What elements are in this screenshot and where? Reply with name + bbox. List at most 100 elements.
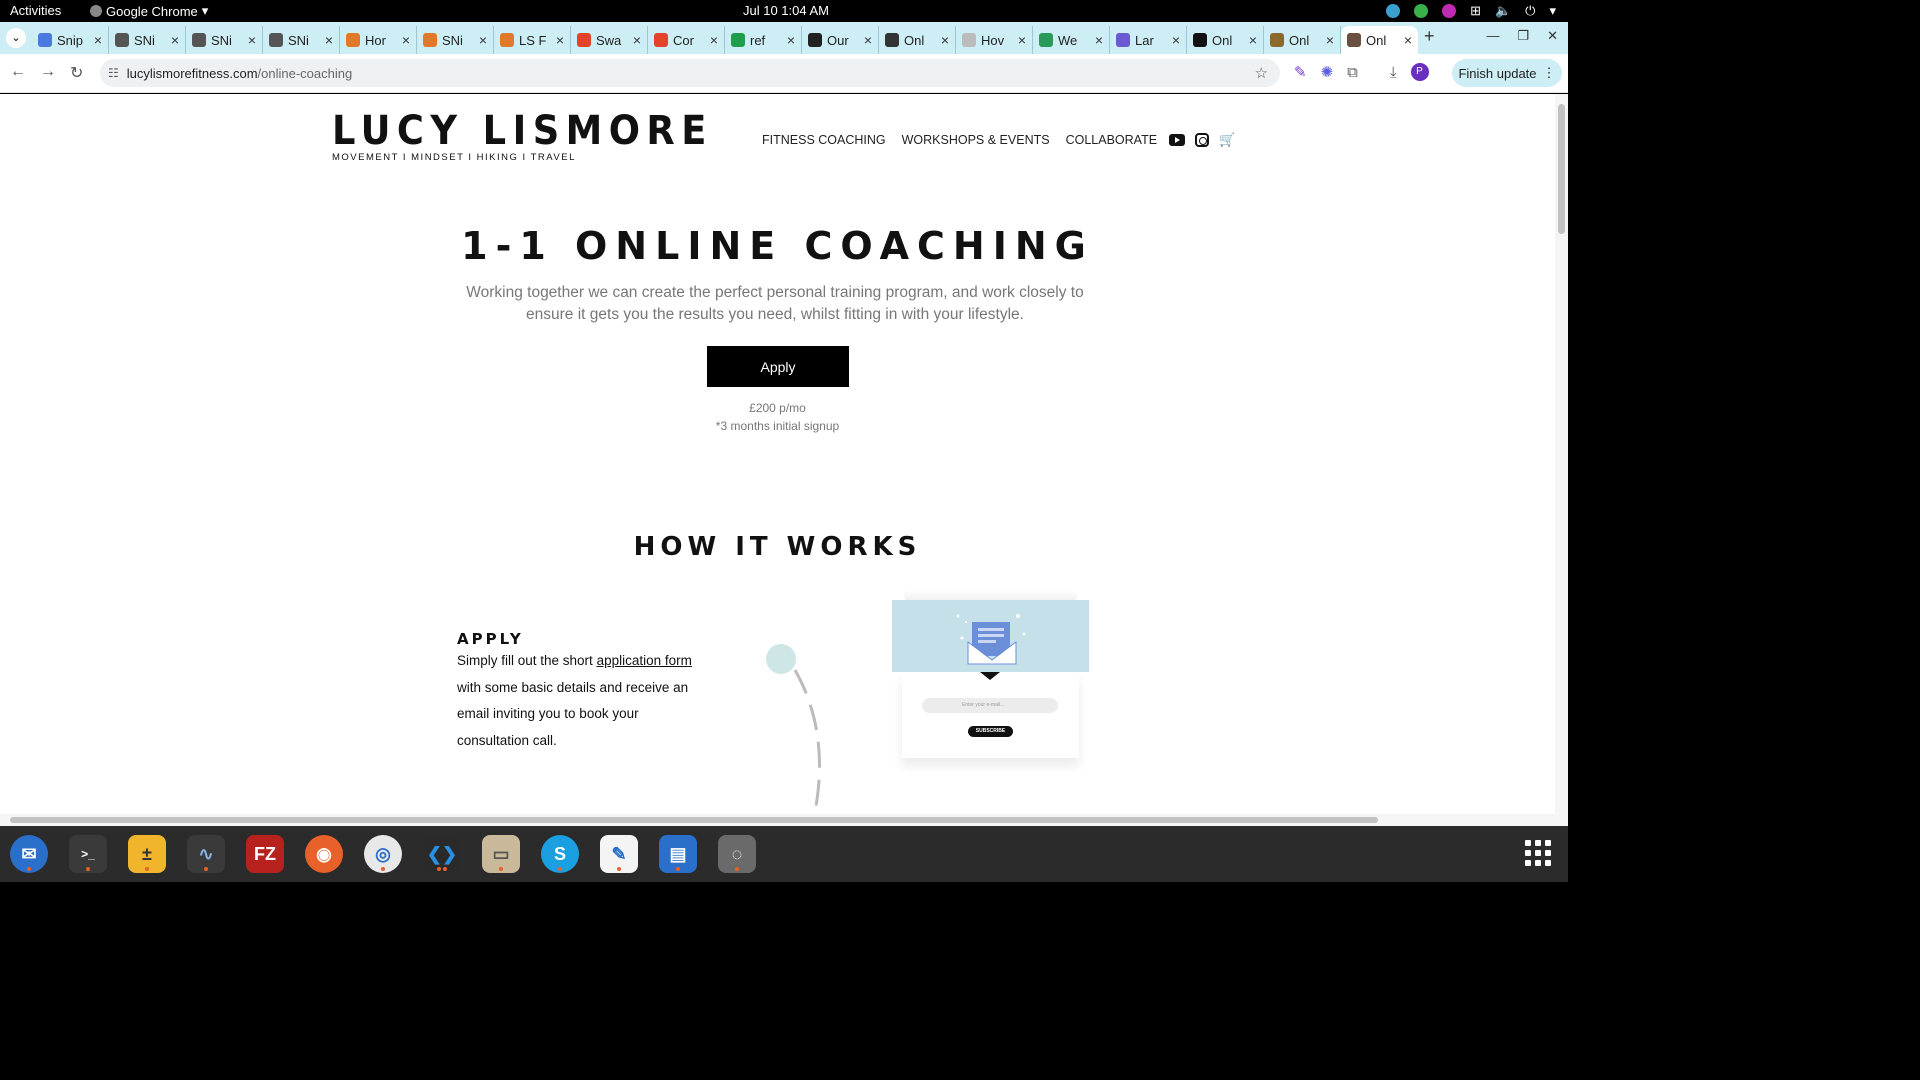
browser-tab[interactable]: LS F × bbox=[494, 26, 571, 54]
browser-tab[interactable]: Snip × bbox=[32, 26, 109, 54]
browser-tab[interactable]: Onl × bbox=[1187, 26, 1264, 54]
logo-name: LUCY LISMORE bbox=[332, 108, 713, 154]
browser-tab[interactable]: SNi × bbox=[109, 26, 186, 54]
tab-close-icon[interactable]: × bbox=[479, 32, 487, 48]
tab-close-icon[interactable]: × bbox=[941, 32, 949, 48]
browser-tab[interactable]: We × bbox=[1033, 26, 1110, 54]
horizontal-scrollbar[interactable] bbox=[0, 814, 1568, 826]
apply-button[interactable]: Apply bbox=[707, 346, 849, 387]
tab-close-icon[interactable]: × bbox=[402, 32, 410, 48]
tab-title: SNi bbox=[134, 32, 155, 48]
tab-favicon-icon bbox=[962, 33, 976, 47]
check-icon[interactable] bbox=[1414, 4, 1429, 18]
vscode-icon[interactable]: ❮❯ bbox=[423, 835, 461, 873]
disk-icon[interactable]: ◌ bbox=[718, 835, 756, 873]
reload-icon[interactable]: ↻ bbox=[70, 63, 83, 83]
chevron-down-icon[interactable]: ▾ bbox=[1549, 3, 1556, 19]
browser-tab[interactable]: Onl × bbox=[879, 26, 956, 54]
youtube-icon[interactable] bbox=[1169, 134, 1186, 146]
files-icon[interactable]: ▭ bbox=[482, 835, 520, 873]
restore-icon[interactable]: ❐ bbox=[1517, 28, 1529, 44]
skype-icon[interactable]: S bbox=[541, 835, 579, 873]
illustration-email-field: Enter your e-mail... bbox=[922, 698, 1058, 713]
tab-title: SNi bbox=[211, 32, 232, 48]
extension-icon[interactable] bbox=[1442, 4, 1457, 18]
site-logo[interactable]: LUCY LISMORE MOVEMENT I MINDSET I HIKING… bbox=[332, 108, 746, 163]
system-monitor-icon[interactable]: ∿ bbox=[187, 835, 225, 873]
power-icon[interactable]: ⏻ bbox=[1525, 3, 1535, 19]
browser-tab[interactable]: Onl × bbox=[1341, 26, 1418, 54]
tab-close-icon[interactable]: × bbox=[633, 32, 641, 48]
browser-tab[interactable]: Lar × bbox=[1110, 26, 1187, 54]
browser-tab[interactable]: Hor × bbox=[340, 26, 417, 54]
tab-title: Our bbox=[827, 32, 849, 48]
address-bar[interactable]: ☷ lucylismorefitness.com/online-coaching… bbox=[100, 59, 1280, 87]
browser-tab[interactable]: SNi × bbox=[263, 26, 340, 54]
download-icon[interactable]: ⤓ bbox=[1390, 64, 1397, 81]
nav-fitness-coaching[interactable]: FITNESS COACHING bbox=[762, 133, 886, 147]
tab-close-icon[interactable]: × bbox=[1095, 32, 1103, 48]
tab-close-icon[interactable]: × bbox=[787, 32, 795, 48]
tab-close-icon[interactable]: × bbox=[556, 32, 564, 48]
tab-close-icon[interactable]: × bbox=[1249, 32, 1257, 48]
tab-close-icon[interactable]: × bbox=[1172, 32, 1180, 48]
browser-tab[interactable]: Cor × bbox=[648, 26, 725, 54]
clock[interactable]: Jul 10 1:04 AM bbox=[743, 3, 829, 18]
sync-icon[interactable] bbox=[1386, 4, 1401, 18]
tab-title: Onl bbox=[1366, 32, 1387, 48]
site-info-icon[interactable]: ☷ bbox=[108, 66, 119, 80]
volume-icon[interactable]: 🔈 bbox=[1495, 3, 1511, 19]
new-tab-button[interactable]: + bbox=[1424, 26, 1435, 47]
extensions-puzzle-icon[interactable]: ⧉ bbox=[1347, 64, 1358, 81]
writer-icon[interactable]: ▤ bbox=[659, 835, 697, 873]
app-menu[interactable]: Google Chrome ▾ bbox=[90, 3, 208, 19]
vertical-scrollbar[interactable] bbox=[1555, 94, 1568, 814]
application-form-link[interactable]: application form bbox=[597, 653, 692, 668]
pen-extension-icon[interactable]: ✎ bbox=[1294, 63, 1307, 81]
tab-favicon-icon bbox=[1193, 33, 1207, 47]
tab-search-button[interactable]: ⌄ bbox=[6, 28, 26, 48]
step-connector-curve bbox=[766, 644, 821, 813]
tab-close-icon[interactable]: × bbox=[864, 32, 872, 48]
firefox-icon[interactable]: ◉ bbox=[305, 835, 343, 873]
instagram-icon[interactable] bbox=[1195, 133, 1210, 147]
filezilla-icon[interactable]: FZ bbox=[246, 835, 284, 873]
tab-close-icon[interactable]: × bbox=[1404, 32, 1412, 48]
browser-tab[interactable]: Onl × bbox=[1264, 26, 1341, 54]
finish-update-button[interactable]: Finish update ⋮ bbox=[1452, 59, 1562, 87]
tab-close-icon[interactable]: × bbox=[171, 32, 179, 48]
back-icon[interactable]: ← bbox=[10, 63, 26, 81]
forward-icon[interactable]: → bbox=[40, 63, 56, 81]
minimize-icon[interactable]: — bbox=[1486, 28, 1499, 44]
terminal-icon[interactable]: >_ bbox=[69, 835, 107, 873]
browser-tab[interactable]: Hov × bbox=[956, 26, 1033, 54]
text-editor-icon[interactable]: ✎ bbox=[600, 835, 638, 873]
chrome-icon[interactable]: ◎ bbox=[364, 835, 402, 873]
gear-extension-icon[interactable]: ✺ bbox=[1321, 63, 1334, 81]
tab-close-icon[interactable]: × bbox=[94, 32, 102, 48]
browser-tab[interactable]: Our × bbox=[802, 26, 879, 54]
tab-favicon-icon bbox=[423, 33, 437, 47]
tab-close-icon[interactable]: × bbox=[710, 32, 718, 48]
close-icon[interactable]: ✕ bbox=[1547, 28, 1558, 44]
profile-avatar[interactable]: P bbox=[1410, 63, 1429, 81]
browser-tab[interactable]: SNi × bbox=[186, 26, 263, 54]
browser-tab[interactable]: SNi × bbox=[417, 26, 494, 54]
calculator-icon[interactable]: ± bbox=[128, 835, 166, 873]
nav-workshops-events[interactable]: WORKSHOPS & EVENTS bbox=[902, 133, 1050, 147]
tab-close-icon[interactable]: × bbox=[325, 32, 333, 48]
network-icon[interactable]: ⊞ bbox=[1470, 3, 1481, 19]
thunderbird-icon[interactable]: ✉ bbox=[10, 835, 48, 873]
system-tray[interactable]: ⊞ 🔈 ⏻ ▾ bbox=[1386, 3, 1556, 19]
show-apps-icon[interactable] bbox=[1525, 840, 1551, 866]
activities-button[interactable]: Activities bbox=[10, 3, 61, 18]
tab-close-icon[interactable]: × bbox=[1018, 32, 1026, 48]
bookmark-star-icon[interactable]: ☆ bbox=[1255, 64, 1268, 82]
tab-close-icon[interactable]: × bbox=[248, 32, 256, 48]
tab-close-icon[interactable]: × bbox=[1326, 32, 1334, 48]
step-dot bbox=[766, 644, 796, 674]
nav-collaborate[interactable]: COLLABORATE bbox=[1066, 133, 1157, 147]
browser-tab[interactable]: ref × bbox=[725, 26, 802, 54]
cart-icon[interactable]: 🛒 bbox=[1219, 132, 1235, 148]
browser-tab[interactable]: Swa × bbox=[571, 26, 648, 54]
